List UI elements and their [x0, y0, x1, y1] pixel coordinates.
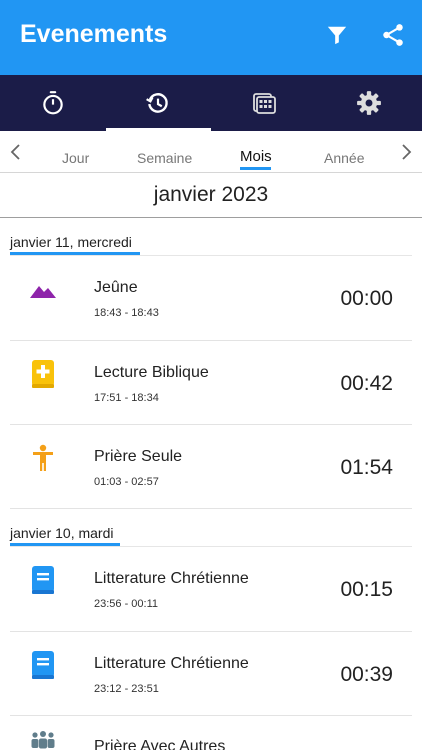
event-icon — [28, 730, 58, 750]
section-date-header: janvier 11, mercredi — [10, 234, 132, 250]
bible-plus-icon — [32, 360, 54, 388]
divider — [10, 508, 412, 509]
period-tab-day[interactable]: Jour — [62, 150, 89, 166]
share-button[interactable] — [376, 18, 410, 52]
section-date-header: janvier 10, mardi — [10, 525, 114, 541]
event-icon — [28, 359, 58, 389]
event-duration: 00:15 — [340, 578, 393, 601]
event-title: Prière Avec Autres — [94, 738, 226, 750]
period-selector: Jour Semaine Mois Année — [0, 131, 422, 173]
mountain-icon — [30, 286, 56, 298]
event-title: Lecture Biblique — [94, 364, 209, 381]
event-icon — [28, 650, 58, 680]
filter-button[interactable] — [320, 18, 354, 52]
calendar-grid-icon — [252, 93, 276, 114]
period-tab-month[interactable]: Mois — [240, 148, 272, 165]
period-tab-week[interactable]: Semaine — [137, 150, 192, 166]
tab-stopwatch[interactable] — [0, 75, 106, 131]
event-row[interactable]: Litterature Chrétienne 23:12 - 23:51 00:… — [0, 632, 422, 716]
gear-icon — [357, 91, 382, 115]
event-title: Litterature Chrétienne — [94, 655, 249, 672]
event-duration: 00:42 — [340, 372, 393, 395]
book-icon — [32, 566, 54, 594]
event-title: Prière Seule — [94, 448, 183, 465]
app-bar: Evenements — [0, 0, 422, 75]
book-icon — [32, 651, 54, 679]
month-title: janvier 2023 — [0, 174, 422, 218]
event-time-range: 17:51 - 18:34 — [94, 392, 159, 404]
event-duration: 00:00 — [340, 287, 393, 310]
history-icon — [146, 93, 169, 113]
event-title: Jeûne — [94, 279, 138, 296]
stopwatch-icon — [43, 91, 63, 115]
period-tab-year[interactable]: Année — [324, 150, 364, 166]
filter-icon — [327, 26, 347, 45]
event-icon — [28, 565, 58, 595]
event-time-range: 01:03 - 02:57 — [94, 476, 159, 488]
page-title: Evenements — [20, 20, 168, 48]
event-row[interactable]: Prière Avec Autres — [0, 716, 422, 750]
chevron-right-icon — [402, 144, 412, 160]
tab-history[interactable] — [106, 75, 212, 131]
tab-settings[interactable] — [317, 75, 422, 131]
tab-calendar[interactable] — [211, 75, 317, 131]
event-time-range: 23:12 - 23:51 — [94, 683, 159, 695]
share-icon — [383, 24, 403, 46]
event-row[interactable]: Jeûne 18:43 - 18:43 00:00 — [0, 256, 422, 341]
group-icon — [31, 731, 55, 749]
event-icon — [28, 443, 58, 473]
previous-period-button[interactable] — [6, 141, 26, 163]
event-duration: 01:54 — [340, 456, 393, 479]
event-row[interactable]: Lecture Biblique 17:51 - 18:34 00:42 — [0, 341, 422, 425]
event-duration: 00:39 — [340, 663, 393, 686]
person-standing-icon — [33, 444, 53, 471]
event-time-range: 23:56 - 00:11 — [94, 598, 159, 610]
main-tab-bar — [0, 75, 422, 131]
next-period-button[interactable] — [396, 141, 416, 163]
event-time-range: 18:43 - 18:43 — [94, 307, 159, 319]
event-row[interactable]: Litterature Chrétienne 23:56 - 00:11 00:… — [0, 547, 422, 632]
period-tab-indicator — [240, 167, 271, 170]
event-icon — [28, 276, 58, 306]
event-title: Litterature Chrétienne — [94, 570, 249, 587]
event-row[interactable]: Prière Seule 01:03 - 02:57 01:54 — [0, 425, 422, 509]
chevron-left-icon — [10, 144, 20, 160]
